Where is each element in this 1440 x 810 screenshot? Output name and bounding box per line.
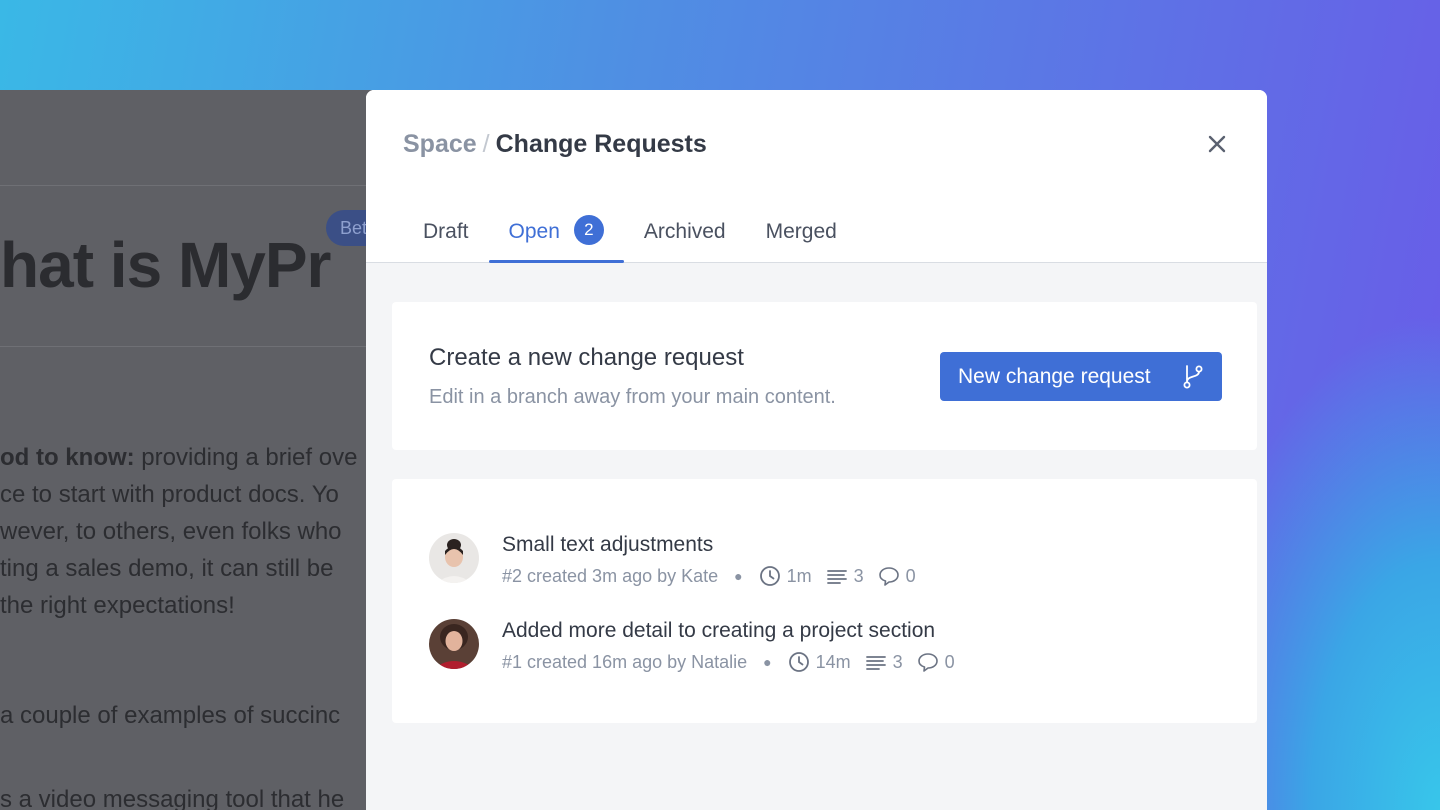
close-icon <box>1208 135 1226 153</box>
close-button[interactable] <box>1203 130 1231 158</box>
list-item[interactable]: Added more detail to creating a project … <box>429 619 1229 679</box>
tab-bar: Draft Open 2 Archived Merged <box>403 208 857 263</box>
list-item[interactable]: Small text adjustments #2 created 3m ago… <box>429 533 1229 593</box>
breadcrumb-separator: / <box>482 130 490 158</box>
divider <box>0 346 400 347</box>
paragraph-line: s a video messaging tool that he <box>0 786 345 810</box>
document-title: hat is MyPr <box>0 229 331 301</box>
paragraph-line: ce to start with product docs. Yo <box>0 481 339 508</box>
background-document: Bet hat is MyPr od to know: providing a … <box>0 90 400 810</box>
paragraph-line: the right expectations! <box>0 592 235 619</box>
comments-stat: 0 <box>917 651 955 673</box>
clock-icon <box>788 652 809 672</box>
modal-header: Space / Change Requests Draft Open 2 Archi… <box>366 90 1267 263</box>
divider <box>0 185 400 186</box>
open-count-badge: 2 <box>573 215 604 245</box>
time-stat: 14m <box>788 651 851 673</box>
time-stat: 1m <box>759 565 812 587</box>
created-info: #1 created 16m ago by Natalie <box>502 651 748 672</box>
avatar <box>429 533 479 583</box>
change-request-list: Small text adjustments #2 created 3m ago… <box>392 479 1257 723</box>
create-change-request-card: Create a new change request Edit in a br… <box>392 302 1257 450</box>
paragraph-line: ting a sales demo, it can still be <box>0 555 334 582</box>
tab-archived[interactable]: Archived <box>624 208 746 262</box>
breadcrumb: Space / Change Requests <box>403 130 707 159</box>
comments-stat: 0 <box>878 565 916 587</box>
separator-dot: ● <box>763 654 772 670</box>
lines-icon <box>865 656 886 670</box>
lines-icon <box>826 570 847 584</box>
change-request-meta: #2 created 3m ago by Kate ● 1m 3 0 <box>502 565 930 587</box>
breadcrumb-space[interactable]: Space <box>403 130 477 158</box>
changes-stat: 3 <box>865 651 903 673</box>
create-title: Create a new change request <box>429 344 744 371</box>
paragraph-line: wever, to others, even folks who <box>0 518 342 545</box>
change-request-title: Small text adjustments <box>502 533 714 556</box>
breadcrumb-current: Change Requests <box>495 130 707 158</box>
change-request-meta: #1 created 16m ago by Natalie ● 14m 3 0 <box>502 651 969 673</box>
change-request-title: Added more detail to creating a project … <box>502 619 936 642</box>
tab-draft[interactable]: Draft <box>403 208 489 262</box>
paragraph-line: a couple of examples of succinc <box>0 702 341 729</box>
new-change-request-button[interactable]: New change request <box>940 352 1222 401</box>
create-subtitle: Edit in a branch away from your main con… <box>429 386 836 408</box>
changes-stat: 3 <box>826 565 864 587</box>
comment-icon <box>917 653 938 672</box>
git-branch-icon <box>1183 365 1203 389</box>
button-label: New change request <box>958 364 1151 388</box>
avatar <box>429 619 479 669</box>
created-info: #2 created 3m ago by Kate <box>502 565 719 586</box>
tab-merged[interactable]: Merged <box>746 208 857 262</box>
tab-open[interactable]: Open 2 <box>488 208 625 263</box>
separator-dot: ● <box>734 568 743 584</box>
comment-icon <box>878 567 899 586</box>
change-requests-modal: Space / Change Requests Draft Open 2 Archi… <box>366 90 1267 810</box>
paragraph-line: od to know: providing a brief ove <box>0 444 358 471</box>
clock-icon <box>759 566 780 586</box>
